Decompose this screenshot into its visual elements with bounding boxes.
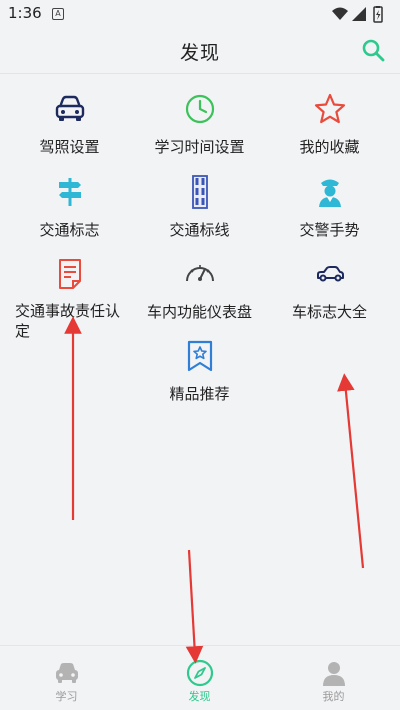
grid-label: 精品推荐 bbox=[169, 385, 230, 403]
grid-item-police-gestures[interactable]: 交警手势 bbox=[263, 175, 396, 257]
car-icon bbox=[55, 95, 84, 121]
grid-item-road-markings[interactable]: 交通标线 bbox=[133, 175, 266, 257]
annotation-arrow bbox=[185, 549, 204, 664]
grid-item-license-settings[interactable]: 驾照设置 bbox=[3, 92, 136, 174]
tab-label: 发现 bbox=[188, 690, 211, 703]
wifi-icon bbox=[332, 7, 348, 20]
grid-item-study-time-settings[interactable]: 学习时间设置 bbox=[133, 92, 266, 174]
road-lines-icon bbox=[191, 175, 208, 209]
signal-icon bbox=[352, 7, 366, 21]
grid-label: 车标志大全 bbox=[291, 303, 367, 321]
header: 发现 bbox=[0, 28, 400, 74]
grid-item-car-logos[interactable]: 车标志大全 bbox=[263, 257, 396, 339]
compass-icon bbox=[186, 659, 213, 687]
police-icon bbox=[318, 179, 341, 207]
grid-item-dashboard-functions[interactable]: 车内功能仪表盘 bbox=[133, 257, 266, 339]
tab-discover[interactable]: 发现 bbox=[133, 646, 266, 710]
car-tab-icon bbox=[55, 663, 78, 683]
bookmark-star-icon bbox=[187, 340, 212, 372]
clock-icon bbox=[185, 94, 214, 124]
status-icons bbox=[332, 6, 383, 23]
grid-label: 车内功能仪表盘 bbox=[146, 303, 252, 321]
notification-icon: A bbox=[52, 8, 64, 20]
grid-label: 驾照设置 bbox=[39, 138, 100, 156]
grid-item-featured[interactable]: 精品推荐 bbox=[133, 339, 266, 421]
annotation-arrow bbox=[337, 373, 365, 569]
tab-mine[interactable]: 我的 bbox=[267, 646, 400, 710]
tab-study[interactable]: 学习 bbox=[0, 646, 133, 710]
grid-item-accident-liability[interactable]: 交通事故责任认定 bbox=[3, 257, 136, 357]
search-icon[interactable] bbox=[360, 37, 386, 63]
grid-label: 交通标志 bbox=[39, 221, 100, 239]
document-icon bbox=[58, 259, 81, 289]
signpost-icon bbox=[58, 178, 81, 206]
grid-item-traffic-signs[interactable]: 交通标志 bbox=[3, 175, 136, 257]
tab-label: 学习 bbox=[55, 690, 78, 703]
grid-label: 学习时间设置 bbox=[154, 138, 245, 156]
grid-label: 交通事故责任认定 bbox=[15, 302, 121, 340]
bottom-tab-bar: 学习 发现 我的 bbox=[0, 645, 400, 710]
gauge-icon bbox=[185, 265, 214, 282]
grid-label: 我的收藏 bbox=[299, 138, 360, 156]
grid-label: 交警手势 bbox=[299, 221, 360, 239]
grid-label: 交通标线 bbox=[169, 221, 230, 239]
page-title: 发现 bbox=[179, 42, 220, 64]
status-time: 1:36 bbox=[8, 4, 42, 22]
car-logo-icon bbox=[316, 266, 344, 282]
star-icon bbox=[314, 93, 345, 124]
grid-item-favorites[interactable]: 我的收藏 bbox=[263, 92, 396, 174]
status-bar: 1:36 A bbox=[0, 0, 400, 28]
tab-label: 我的 bbox=[322, 690, 345, 703]
user-icon bbox=[322, 662, 345, 686]
